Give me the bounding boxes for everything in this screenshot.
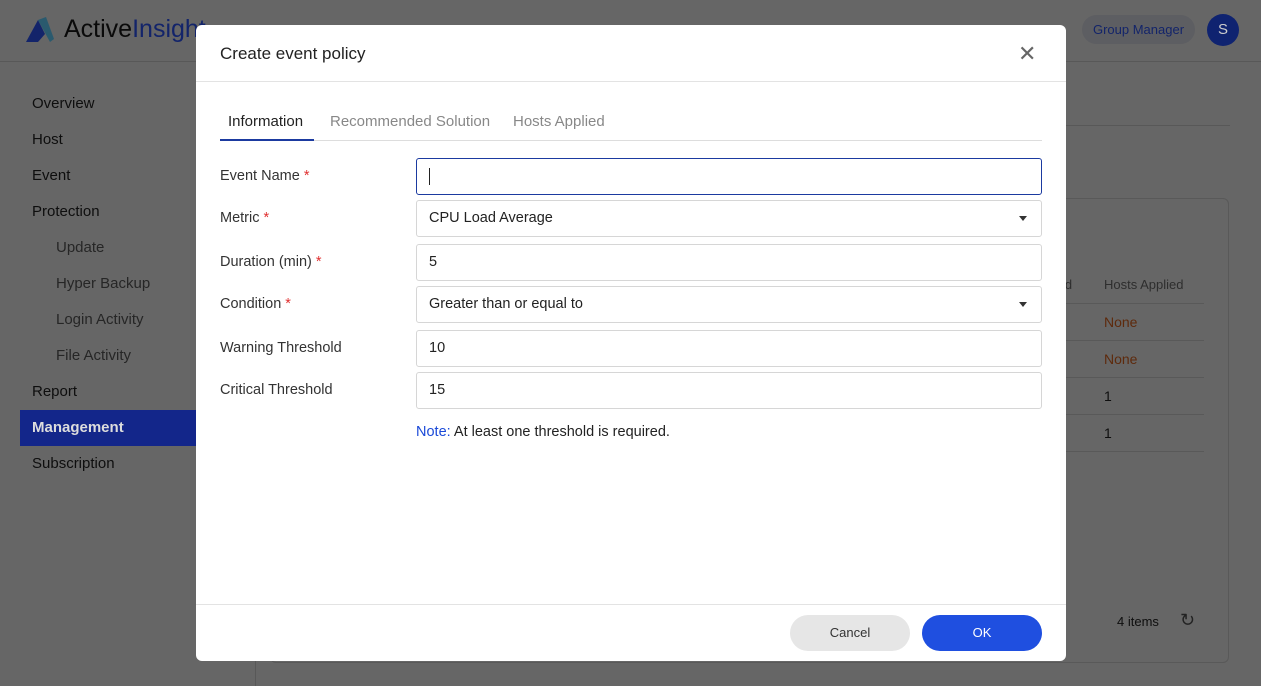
create-event-policy-dialog: Create event policy ✕ Information Recomm… — [196, 25, 1066, 661]
tab-information[interactable]: Information — [228, 113, 303, 130]
warning-threshold-label: Warning Threshold — [220, 340, 342, 356]
hosts-applied-cell: None — [1104, 314, 1138, 330]
ok-button[interactable]: OK — [922, 615, 1042, 651]
role-button[interactable]: Group Manager — [1082, 15, 1195, 44]
chevron-down-icon — [1019, 302, 1027, 307]
event-name-label: Event Name * — [220, 168, 310, 184]
hosts-applied-cell: 1 — [1104, 388, 1112, 404]
logo: ActiveInsight — [64, 15, 206, 43]
column-header-hosts-applied: Hosts Applied — [1104, 277, 1184, 292]
condition-label: Condition * — [220, 296, 291, 312]
dialog-title: Create event policy — [220, 44, 366, 63]
warning-threshold-input[interactable]: 10 — [416, 330, 1042, 367]
critical-threshold-input[interactable]: 15 — [416, 372, 1042, 409]
metric-select[interactable]: CPU Load Average — [416, 200, 1042, 237]
duration-min-input[interactable]: 5 — [416, 244, 1042, 281]
tab-hosts-applied[interactable]: Hosts Applied — [513, 113, 605, 130]
cancel-button[interactable]: Cancel — [790, 615, 910, 651]
critical-threshold-label: Critical Threshold — [220, 382, 333, 398]
items-count: 4 items — [1117, 614, 1159, 629]
hosts-applied-cell: 1 — [1104, 425, 1112, 441]
tab-recommended-solution[interactable]: Recommended Solution — [330, 113, 490, 130]
hosts-applied-cell: None — [1104, 351, 1138, 367]
chevron-down-icon — [1019, 216, 1027, 221]
logo-icon — [26, 17, 54, 42]
threshold-note: Note: At least one threshold is required… — [416, 424, 670, 440]
avatar[interactable]: S — [1207, 14, 1239, 46]
condition-select[interactable]: Greater than or equal to — [416, 286, 1042, 323]
event-name-input[interactable] — [416, 158, 1042, 195]
refresh-icon[interactable]: ↻ — [1180, 610, 1195, 631]
duration-min-label: Duration (min) * — [220, 254, 322, 270]
metric-label: Metric * — [220, 210, 270, 226]
close-icon[interactable]: ✕ — [1018, 41, 1036, 67]
